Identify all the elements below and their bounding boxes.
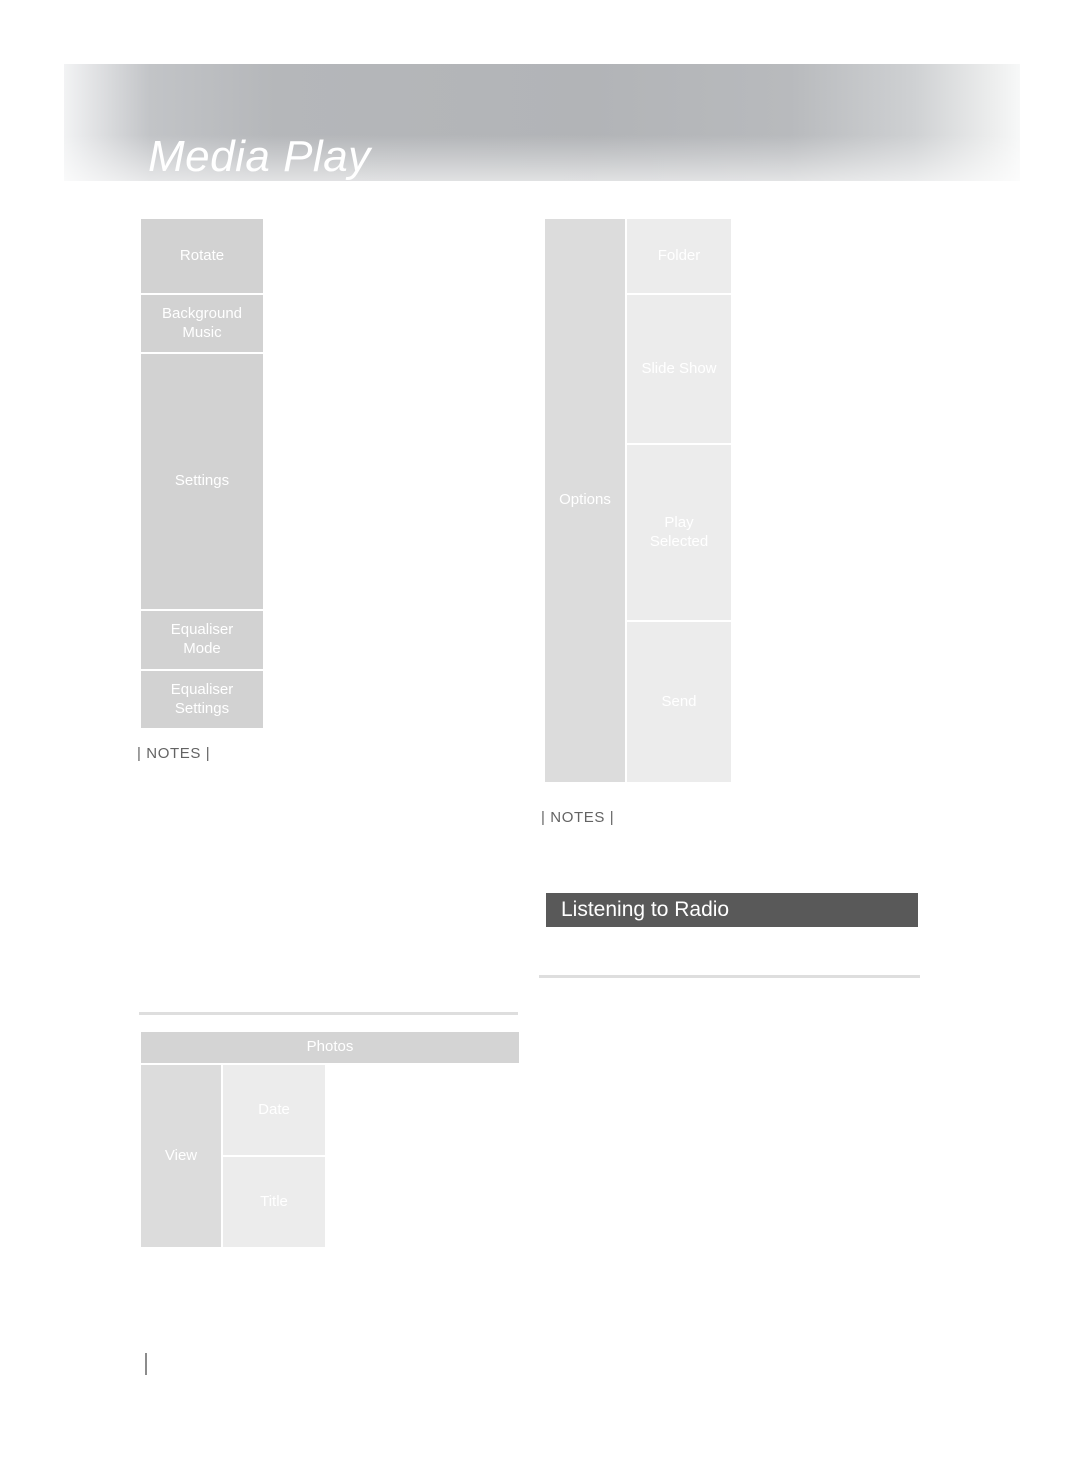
page-title: Media Play: [148, 132, 371, 181]
cell-spacer-bottom: [327, 1157, 519, 1247]
music-options-body: Options Folder Slide Show Play Selected S…: [545, 219, 731, 782]
cell-photos-header: Photos: [141, 1032, 519, 1063]
cell-send[interactable]: Send: [627, 622, 731, 782]
notes-caption-left: | NOTES |: [137, 745, 211, 762]
cell-slide-show[interactable]: Slide Show: [627, 295, 731, 443]
cell-equaliser-settings[interactable]: Equaliser Settings: [141, 671, 263, 728]
table-row: Rotate: [141, 219, 263, 293]
table-row: Background Music: [141, 295, 263, 352]
photo-options-body: Rotate Background Music Settings Equalise…: [141, 219, 263, 728]
table-row: Settings: [141, 354, 263, 609]
cell-title[interactable]: Title: [223, 1157, 325, 1247]
table-row: Photos: [141, 1032, 519, 1063]
table-row: Equaliser Settings: [141, 671, 263, 728]
cell-view-group[interactable]: View: [141, 1065, 221, 1247]
page-header-banner: Media Play: [64, 64, 1020, 181]
cell-settings[interactable]: Settings: [141, 354, 263, 609]
table-row: View Date: [141, 1065, 519, 1247]
section-header-listening-to-radio: Listening to Radio: [546, 893, 918, 927]
page-footer-tick: [145, 1353, 147, 1375]
cell-folder[interactable]: Folder: [627, 219, 731, 293]
photos-view-table: Photos View Date Title: [139, 1030, 521, 1249]
notes-caption-right: | NOTES |: [541, 809, 615, 826]
music-options-table: Options Folder Slide Show Play Selected S…: [543, 217, 733, 784]
cell-play-selected[interactable]: Play Selected: [627, 445, 731, 620]
cell-equaliser-mode[interactable]: Equaliser Mode: [141, 611, 263, 669]
cell-options-group[interactable]: Options: [545, 219, 625, 782]
table-row: Equaliser Mode: [141, 611, 263, 669]
table-row: Options Folder: [545, 219, 731, 782]
photo-options-table: Rotate Background Music Settings Equalise…: [139, 217, 265, 730]
section-header-label: Listening to Radio: [561, 898, 730, 921]
cell-spacer-top: [327, 1065, 519, 1155]
cell-background-music[interactable]: Background Music: [141, 295, 263, 352]
cell-date[interactable]: Date: [223, 1065, 325, 1155]
photos-view-body: Photos View Date Title: [141, 1032, 519, 1247]
divider-left: [139, 1012, 518, 1015]
cell-rotate[interactable]: Rotate: [141, 219, 263, 293]
divider-right: [539, 975, 920, 978]
